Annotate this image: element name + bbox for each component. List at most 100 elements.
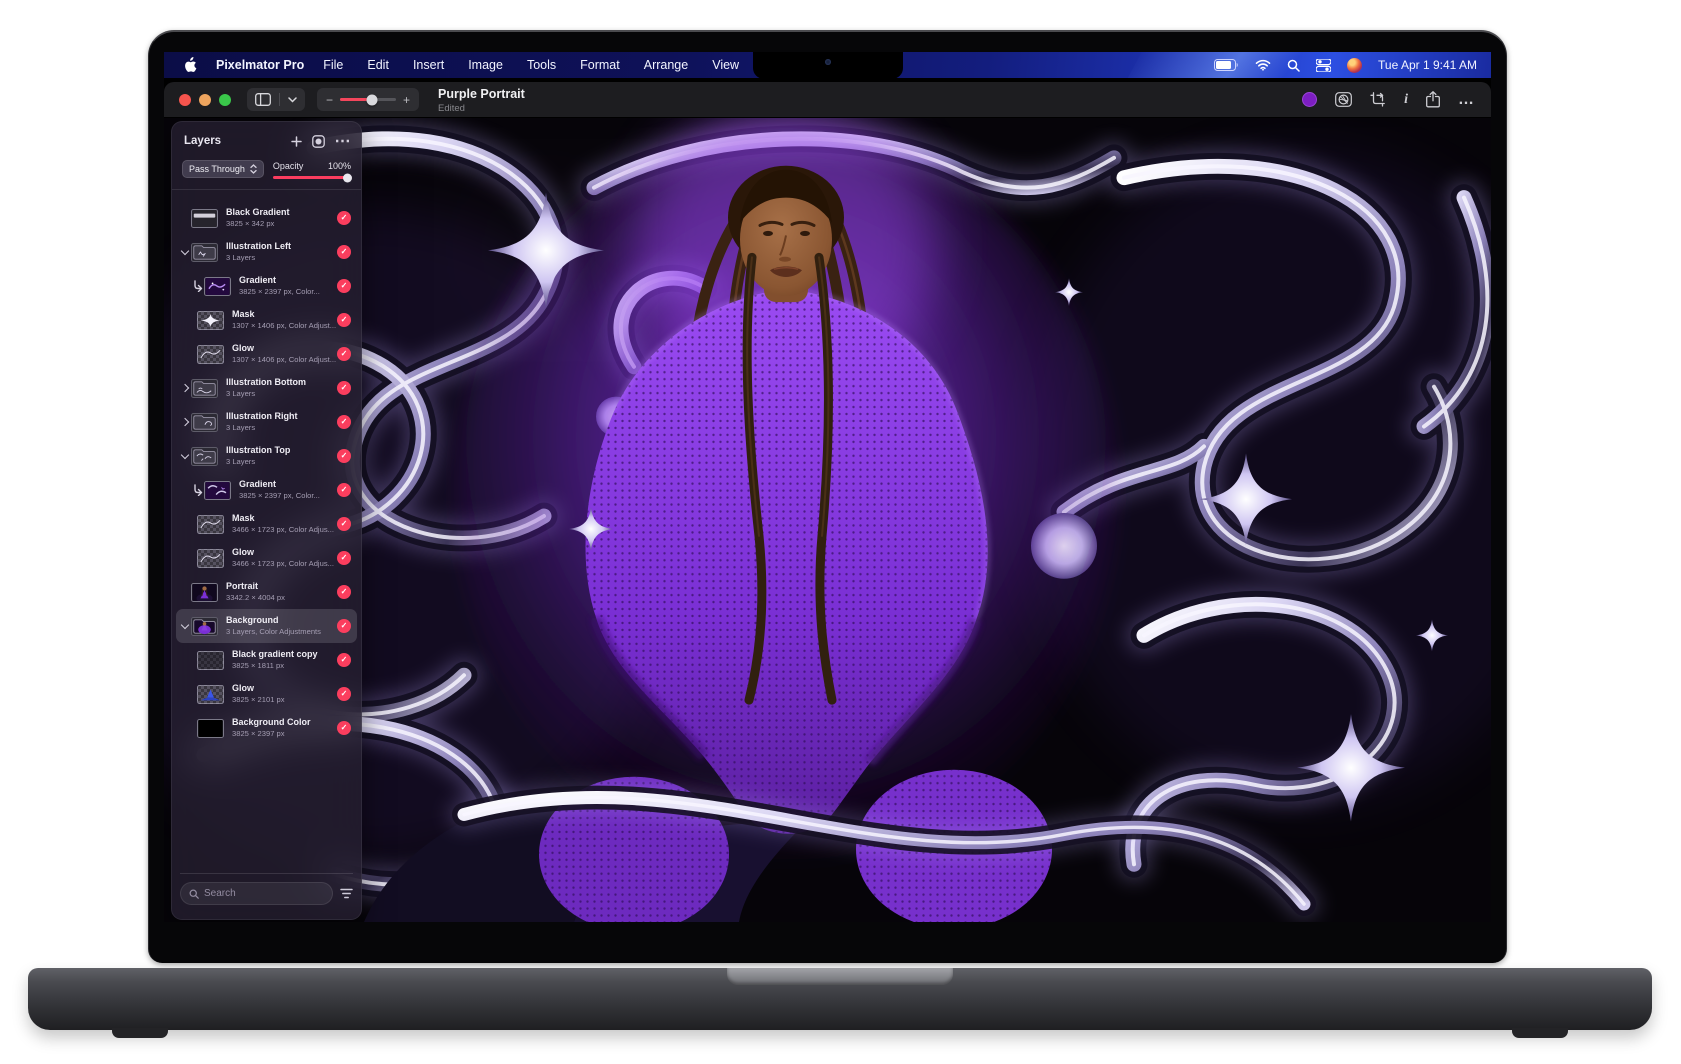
layer-row-background[interactable]: Background3 Layers, Color Adjustments✓ bbox=[176, 609, 357, 643]
info-icon[interactable]: i bbox=[1404, 92, 1408, 108]
close-button[interactable] bbox=[179, 94, 191, 106]
layer-meta: 3825 × 1811 px bbox=[232, 661, 318, 671]
layer-thumbnail bbox=[191, 583, 218, 602]
visibility-toggle[interactable]: ✓ bbox=[337, 279, 351, 293]
layer-thumbnail bbox=[197, 651, 224, 670]
notch bbox=[753, 52, 903, 79]
more-icon[interactable]: ⋯ bbox=[335, 131, 352, 151]
layer-row-background-color[interactable]: Background Color3825 × 2397 px✓ bbox=[176, 711, 357, 745]
blend-mode-select[interactable]: Pass Through bbox=[182, 160, 264, 178]
layer-row-black-gradient[interactable]: Black Gradient3825 × 342 px✓ bbox=[176, 201, 357, 235]
wifi-icon[interactable] bbox=[1255, 59, 1271, 71]
zoom-slider[interactable] bbox=[340, 98, 396, 101]
divider bbox=[180, 873, 353, 874]
layer-thumbnail bbox=[197, 685, 224, 704]
canvas[interactable]: Layers bbox=[164, 118, 1491, 922]
layer-name: Background bbox=[226, 615, 321, 627]
zoom-in-button[interactable]: + bbox=[403, 93, 410, 107]
chevron-right-icon[interactable] bbox=[178, 385, 191, 391]
foot bbox=[112, 1028, 168, 1038]
zoom-out-button[interactable]: − bbox=[326, 93, 333, 107]
toggle-sidebar-button[interactable] bbox=[247, 88, 279, 111]
layer-row-illustration-bottom[interactable]: Illustration Bottom3 Layers✓ bbox=[176, 371, 357, 405]
opacity-slider-knob[interactable] bbox=[343, 173, 352, 182]
layer-row-glow[interactable]: Glow1307 × 1406 px, Color Adjust...✓ bbox=[176, 337, 357, 371]
visibility-toggle[interactable]: ✓ bbox=[337, 619, 351, 633]
crop-icon[interactable] bbox=[1370, 92, 1386, 107]
chevron-right-icon[interactable] bbox=[178, 419, 191, 425]
layer-meta: 3 Layers bbox=[226, 457, 290, 467]
visibility-toggle[interactable]: ✓ bbox=[337, 517, 351, 531]
visibility-toggle[interactable]: ✓ bbox=[337, 653, 351, 667]
more-icon[interactable]: … bbox=[1458, 91, 1475, 109]
menu-arrange[interactable]: Arrange bbox=[644, 58, 688, 72]
visibility-toggle[interactable]: ✓ bbox=[337, 347, 351, 361]
layer-row-gradient[interactable]: Gradient3825 × 2397 px, Color...✓ bbox=[176, 473, 357, 507]
layer-thumbnail bbox=[197, 345, 224, 364]
layers-search-field[interactable]: Search bbox=[180, 882, 333, 905]
visibility-toggle[interactable]: ✓ bbox=[337, 313, 351, 327]
visibility-toggle[interactable]: ✓ bbox=[337, 381, 351, 395]
opacity-slider[interactable] bbox=[273, 176, 351, 179]
layers-panel: Layers bbox=[171, 121, 362, 920]
visibility-toggle[interactable]: ✓ bbox=[337, 415, 351, 429]
layer-row-glow[interactable]: Glow3825 × 2101 px✓ bbox=[176, 677, 357, 711]
menu-file[interactable]: File bbox=[323, 58, 343, 72]
menu-edit[interactable]: Edit bbox=[367, 58, 389, 72]
battery-icon[interactable] bbox=[1214, 59, 1239, 71]
control-center-icon[interactable] bbox=[1316, 59, 1331, 72]
layer-row-gradient[interactable]: Gradient3825 × 2397 px, Color...✓ bbox=[176, 269, 357, 303]
layer-meta: 3825 × 2397 px bbox=[232, 729, 311, 739]
visibility-toggle[interactable]: ✓ bbox=[337, 721, 351, 735]
visibility-toggle[interactable]: ✓ bbox=[337, 449, 351, 463]
camera-icon bbox=[825, 59, 831, 65]
artwork-purple-portrait bbox=[164, 118, 1491, 922]
share-icon[interactable] bbox=[1426, 91, 1440, 108]
chevron-down-icon[interactable] bbox=[178, 251, 191, 254]
layer-thumbnail bbox=[191, 209, 218, 228]
sidebar-options-chevron[interactable] bbox=[280, 88, 305, 111]
add-layer-icon[interactable] bbox=[291, 136, 302, 147]
layer-row-black-gradient-copy[interactable]: Black gradient copy3825 × 1811 px✓ bbox=[176, 643, 357, 677]
layer-row-mask[interactable]: Mask3466 × 1723 px, Color Adjus...✓ bbox=[176, 507, 357, 541]
visibility-toggle[interactable]: ✓ bbox=[337, 483, 351, 497]
opacity-value[interactable]: 100% bbox=[328, 161, 351, 171]
lid-scoop bbox=[727, 968, 953, 985]
sidebar-toggle-group bbox=[247, 88, 305, 111]
menubar-app-name[interactable]: Pixelmator Pro bbox=[216, 58, 304, 72]
spotlight-search-icon[interactable] bbox=[1287, 59, 1300, 72]
layer-row-portrait[interactable]: Portrait3342.2 × 4004 px✓ bbox=[176, 575, 357, 609]
layer-row-illustration-right[interactable]: Illustration Right3 Layers✓ bbox=[176, 405, 357, 439]
visibility-toggle[interactable]: ✓ bbox=[337, 551, 351, 565]
filter-icon[interactable] bbox=[340, 888, 353, 899]
color-swatch[interactable] bbox=[1302, 92, 1317, 107]
menu-format[interactable]: Format bbox=[580, 58, 620, 72]
layer-row-illustration-top[interactable]: Illustration Top3 Layers✓ bbox=[176, 439, 357, 473]
minimize-button[interactable] bbox=[199, 94, 211, 106]
zoom-slider-knob[interactable] bbox=[367, 94, 378, 105]
menu-image[interactable]: Image bbox=[468, 58, 503, 72]
layer-meta: 3466 × 1723 px, Color Adjus... bbox=[232, 525, 334, 535]
chevron-down-icon[interactable] bbox=[178, 625, 191, 628]
menu-view[interactable]: View bbox=[712, 58, 739, 72]
visibility-toggle[interactable]: ✓ bbox=[337, 245, 351, 259]
apple-menu-icon[interactable] bbox=[183, 57, 197, 73]
menu-insert[interactable]: Insert bbox=[413, 58, 444, 72]
visibility-toggle[interactable]: ✓ bbox=[337, 211, 351, 225]
clipping-mask-icon bbox=[191, 484, 204, 496]
user-avatar[interactable] bbox=[1347, 58, 1362, 73]
layer-row-mask[interactable]: Mask1307 × 1406 px, Color Adjust...✓ bbox=[176, 303, 357, 337]
menubar-clock[interactable]: Tue Apr 1 9:41 AM bbox=[1378, 58, 1477, 72]
layer-row-illustration-left[interactable]: Illustration Left3 Layers✓ bbox=[176, 235, 357, 269]
visibility-toggle[interactable]: ✓ bbox=[337, 687, 351, 701]
menu-tools[interactable]: Tools bbox=[527, 58, 556, 72]
chevron-down-icon[interactable] bbox=[178, 455, 191, 458]
fullscreen-button[interactable] bbox=[219, 94, 231, 106]
layer-name: Black Gradient bbox=[226, 207, 290, 219]
layer-row-glow[interactable]: Glow3466 × 1723 px, Color Adjus...✓ bbox=[176, 541, 357, 575]
mask-icon[interactable] bbox=[312, 135, 325, 148]
adjustments-icon[interactable] bbox=[1335, 92, 1352, 107]
pixelmator-window: − + Purple Portrait Edited bbox=[164, 82, 1491, 922]
layer-name: Illustration Left bbox=[226, 241, 291, 253]
visibility-toggle[interactable]: ✓ bbox=[337, 585, 351, 599]
